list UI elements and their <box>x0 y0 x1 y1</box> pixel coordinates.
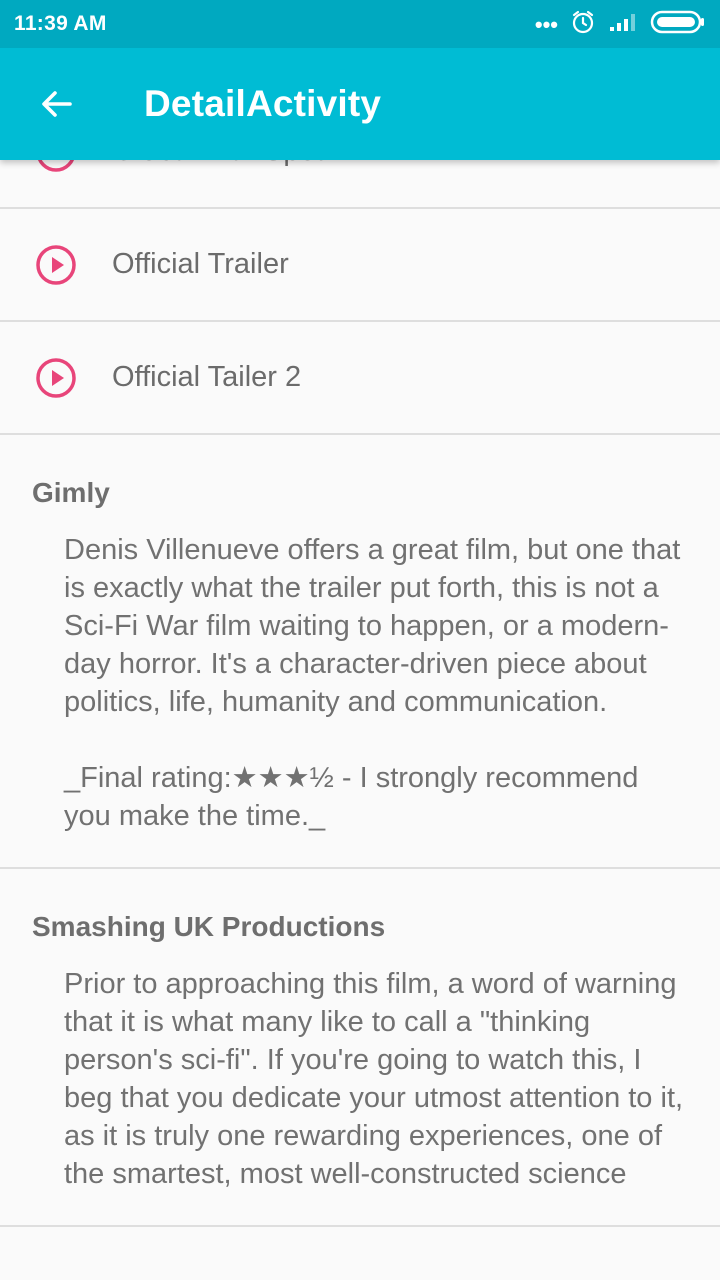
review-author: Gimly <box>32 477 110 508</box>
battery-icon <box>650 9 706 40</box>
alarm-icon <box>570 9 596 40</box>
trailer-item[interactable]: Official Trailer <box>0 209 720 322</box>
signal-icon <box>608 11 638 38</box>
review-item: Smashing UK Productions Prior to approac… <box>0 869 720 1227</box>
status-icons: ••• <box>535 9 706 40</box>
page-title: DetailActivity <box>144 83 382 124</box>
trailer-label: Official Tailer 2 <box>112 361 302 393</box>
arrow-back-icon <box>42 91 72 117</box>
review-content: Denis Villenueve offers a great film, bu… <box>64 534 681 832</box>
review-content: Prior to approaching this film, a word o… <box>64 968 692 1190</box>
more-dots-icon: ••• <box>534 12 558 37</box>
trailer-item[interactable]: Official Tailer 2 <box>0 322 720 435</box>
back-button[interactable] <box>28 76 84 132</box>
app-toolbar: DetailActivity <box>0 48 720 160</box>
review-author: Smashing UK Productions <box>32 911 386 942</box>
play-circle-icon <box>34 356 78 400</box>
review-item: Gimly Denis Villenueve offers a great fi… <box>0 435 720 869</box>
trailer-label: Official Trailer <box>112 248 289 280</box>
status-bar: 11:39 AM ••• <box>0 0 720 48</box>
detail-content: Global War Spot Official Trailer Officia… <box>0 96 720 1227</box>
status-time: 11:39 AM <box>14 12 107 35</box>
play-circle-icon <box>34 243 78 287</box>
